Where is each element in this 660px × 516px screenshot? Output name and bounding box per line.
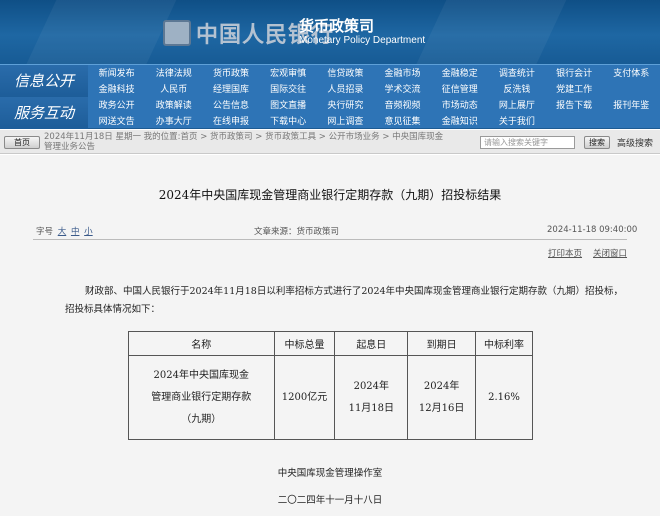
department-name-cn: 货币政策司 bbox=[299, 17, 375, 35]
nav-link[interactable]: 支付体系 bbox=[603, 66, 660, 82]
table-cell-rate: 2.16% bbox=[475, 355, 533, 440]
table-header-cell: 起息日 bbox=[334, 331, 409, 356]
nav-row: 新闻发布 法律法规 货币政策 宏观审慎 信贷政策 金融市场 金融稳定 调查统计 … bbox=[88, 66, 660, 82]
nav-link[interactable]: 下载中心 bbox=[260, 114, 317, 130]
advanced-search-link[interactable]: 高级搜索 bbox=[617, 136, 653, 149]
nav-link[interactable]: 办事大厅 bbox=[145, 114, 202, 130]
nav-link[interactable]: 网上展厅 bbox=[488, 98, 545, 114]
nav-link[interactable]: 学术交流 bbox=[374, 82, 431, 98]
nav-link[interactable]: 公告信息 bbox=[202, 98, 259, 114]
nav-link[interactable]: 经理国库 bbox=[202, 82, 259, 98]
nav-link[interactable]: 征信管理 bbox=[431, 82, 488, 98]
nav-row: 政务公开 政策解读 公告信息 图文直播 央行研究 音频视频 市场动态 网上展厅 … bbox=[88, 98, 660, 114]
table-header-cell: 名称 bbox=[128, 331, 275, 356]
nav-link[interactable]: 金融稳定 bbox=[431, 66, 488, 82]
article-paragraph-text: 财政部、中国人民银行于2024年11月18日以利率招标方式进行了2024年中央国… bbox=[65, 286, 624, 315]
article-paragraph: 财政部、中国人民银行于2024年11月18日以利率招标方式进行了2024年中央国… bbox=[65, 283, 629, 319]
department-name-en: Monetary Policy Department bbox=[299, 35, 426, 46]
nav-row: 网送文告 办事大厅 在线申报 下载中心 网上调查 意见征集 金融知识 关于我们 bbox=[88, 114, 546, 130]
table-cell-name: 2024年中央国库现金 管理商业银行定期存款 （九期） bbox=[128, 355, 275, 440]
signature-date: 二〇二四年十一月十八日 bbox=[277, 495, 383, 506]
nav-section-info-disclosure: 信息公开 bbox=[0, 65, 88, 97]
cell-line: 12月16日 bbox=[418, 402, 465, 414]
banner-decoration bbox=[19, 0, 181, 64]
table-header-cell: 中标总量 bbox=[273, 331, 336, 356]
breadcrumb-line[interactable]: 2024年11月18日 星期一 我的位置:首页 > 货币政策司 > 货币政策工具… bbox=[44, 132, 476, 142]
nav-link[interactable]: 网送文告 bbox=[88, 114, 145, 130]
banner-decoration bbox=[409, 0, 571, 64]
pboc-emblem-icon bbox=[163, 20, 191, 46]
cell-line: 11月18日 bbox=[348, 402, 395, 414]
table-row: 2024年中央国库现金 管理商业银行定期存款 （九期） 1200亿元 2024年… bbox=[128, 355, 533, 440]
search-input[interactable]: 请输入搜索关键字 bbox=[480, 136, 575, 149]
nav-section-service-interaction: 服务互动 bbox=[0, 97, 88, 129]
nav-link[interactable]: 央行研究 bbox=[317, 98, 374, 114]
home-button[interactable]: 首页 bbox=[4, 136, 40, 149]
cell-line: 2024年 bbox=[423, 380, 460, 392]
font-size-label: 字号 bbox=[36, 227, 54, 237]
nav-link[interactable]: 在线申报 bbox=[202, 114, 259, 130]
nav-link[interactable]: 市场动态 bbox=[431, 98, 488, 114]
cell-line: （九期） bbox=[181, 413, 222, 425]
print-page-link[interactable]: 打印本页 bbox=[548, 247, 582, 259]
font-size-medium-button[interactable]: 中 bbox=[71, 227, 80, 237]
nav-link[interactable]: 信贷政策 bbox=[317, 66, 374, 82]
close-window-link[interactable]: 关闭窗口 bbox=[593, 247, 627, 259]
table-header-cell: 中标利率 bbox=[475, 331, 533, 356]
nav-link[interactable]: 图文直播 bbox=[260, 98, 317, 114]
site-banner: 中国人民银行 货币政策司 Monetary Policy Department bbox=[0, 0, 660, 64]
main-navigation: 信息公开 服务互动 新闻发布 法律法规 货币政策 宏观审慎 信贷政策 金融市场 … bbox=[0, 64, 660, 129]
table-header-cell: 到期日 bbox=[407, 331, 477, 356]
nav-link[interactable]: 反洗钱 bbox=[488, 82, 545, 98]
table-cell-start-date: 2024年 11月18日 bbox=[334, 355, 409, 440]
nav-link[interactable]: 银行会计 bbox=[546, 66, 603, 82]
nav-link[interactable]: 货币政策 bbox=[202, 66, 259, 82]
table-header-row: 名称 中标总量 起息日 到期日 中标利率 bbox=[128, 331, 533, 356]
cell-line: 2024年中央国库现金 bbox=[153, 369, 249, 381]
nav-link[interactable]: 报告下载 bbox=[546, 98, 603, 114]
nav-link[interactable]: 政策解读 bbox=[145, 98, 202, 114]
nav-link[interactable]: 法律法规 bbox=[145, 66, 202, 82]
nav-link[interactable]: 人员招录 bbox=[317, 82, 374, 98]
breadcrumb: 2024年11月18日 星期一 我的位置:首页 > 货币政策司 > 货币政策工具… bbox=[44, 132, 476, 152]
nav-link[interactable]: 金融知识 bbox=[431, 114, 488, 130]
tender-result-table: 名称 中标总量 起息日 到期日 中标利率 2024年中央国库现金 管理商业银行定… bbox=[128, 331, 533, 440]
signature: 中央国库现金管理操作室 bbox=[277, 468, 383, 479]
nav-link[interactable]: 政务公开 bbox=[88, 98, 145, 114]
nav-link[interactable]: 金融科技 bbox=[88, 82, 145, 98]
nav-link[interactable]: 党建工作 bbox=[546, 82, 603, 98]
nav-link[interactable]: 新闻发布 bbox=[88, 66, 145, 82]
cell-line: 2024年 bbox=[353, 380, 390, 392]
font-size-large-button[interactable]: 大 bbox=[58, 227, 67, 237]
nav-link[interactable]: 金融市场 bbox=[374, 66, 431, 82]
nav-link[interactable]: 网上调查 bbox=[317, 114, 374, 130]
font-size-controls: 字号 大 中 小 bbox=[36, 225, 93, 237]
nav-link[interactable]: 宏观审慎 bbox=[260, 66, 317, 82]
nav-link[interactable]: 人民币 bbox=[145, 82, 202, 98]
font-size-small-button[interactable]: 小 bbox=[84, 227, 93, 237]
nav-link[interactable]: 音频视频 bbox=[374, 98, 431, 114]
cell-line: 管理商业银行定期存款 bbox=[151, 391, 252, 403]
breadcrumb-bar: 首页 2024年11月18日 星期一 我的位置:首页 > 货币政策司 > 货币政… bbox=[0, 130, 660, 154]
divider bbox=[33, 239, 627, 240]
nav-link[interactable]: 意见征集 bbox=[374, 114, 431, 130]
article-panel: 2024年中央国库现金管理商业银行定期存款（九期）招投标结果 字号 大 中 小 … bbox=[0, 155, 660, 516]
search-button[interactable]: 搜索 bbox=[584, 136, 610, 149]
nav-link[interactable]: 报刊年鉴 bbox=[603, 98, 660, 114]
article-date: 2024-11-18 09:40:00 bbox=[547, 225, 638, 235]
nav-link[interactable]: 国际交往 bbox=[260, 82, 317, 98]
article-source: 文章来源：货币政策司 bbox=[254, 227, 340, 237]
nav-link[interactable]: 调查统计 bbox=[488, 66, 545, 82]
nav-row: 金融科技 人民币 经理国库 国际交往 人员招录 学术交流 征信管理 反洗钱 党建… bbox=[88, 82, 603, 98]
breadcrumb-line[interactable]: 管理业务公告 bbox=[44, 142, 476, 152]
nav-link[interactable]: 关于我们 bbox=[488, 114, 545, 130]
article-title: 2024年中央国库现金管理商业银行定期存款（九期）招投标结果 bbox=[158, 188, 502, 202]
table-cell-amount: 1200亿元 bbox=[273, 355, 336, 440]
table-cell-end-date: 2024年 12月16日 bbox=[407, 355, 477, 440]
